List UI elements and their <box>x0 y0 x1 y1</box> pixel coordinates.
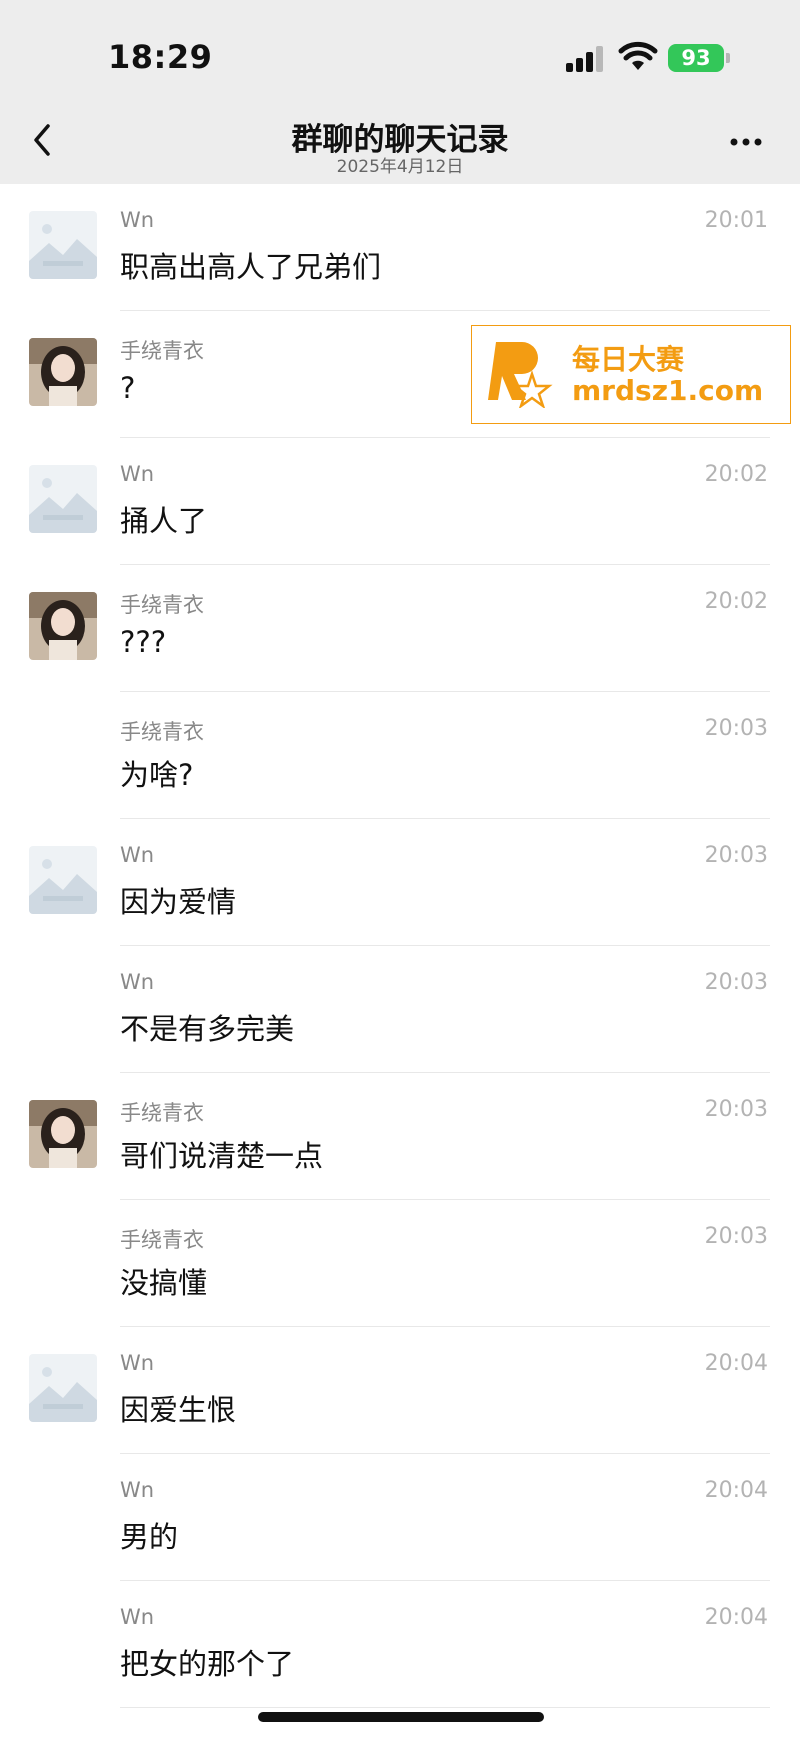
watermark-url: mrdsz1.com <box>572 374 764 407</box>
message-time: 20:03 <box>704 970 768 995</box>
wifi-icon <box>618 41 658 70</box>
battery-icon: 93 <box>668 44 724 72</box>
page-subtitle: 2025年4月12日 <box>336 157 464 177</box>
sender-name: Wn <box>120 208 155 232</box>
message-row[interactable]: Wn 20:04 男的 <box>0 1454 800 1581</box>
message-time: 20:03 <box>704 843 768 868</box>
message-row[interactable]: 手绕青衣 20:02??? <box>0 565 800 692</box>
site-logo-icon <box>488 342 553 408</box>
sender-name: Wn <box>120 843 155 867</box>
sender-name: Wn <box>120 970 155 994</box>
message-text: 因爱生恨 <box>120 1393 237 1427</box>
message-row[interactable]: Wn 20:04 把女的那个了 <box>0 1581 800 1708</box>
message-row[interactable]: Wn 20:01 职高出高人了兄弟们 <box>0 184 800 311</box>
sender-name: Wn <box>120 462 155 486</box>
nav-bar: 群聊的聊天记录 2025年4月12日 <box>0 100 800 184</box>
watermark-banner: 每日大赛 mrdsz1.com <box>471 325 791 424</box>
sender-name: 手绕青衣 <box>120 1228 204 1252</box>
message-text: 不是有多完美 <box>120 1012 295 1046</box>
placeholder-avatar[interactable] <box>29 465 97 533</box>
message-time: 20:03 <box>704 716 768 741</box>
message-text: 为啥? <box>120 758 194 792</box>
message-time: 20:02 <box>704 589 768 614</box>
sender-name: Wn <box>120 1605 155 1629</box>
signal-icon <box>566 46 606 72</box>
message-row[interactable]: Wn 20:03 不是有多完美 <box>0 946 800 1073</box>
placeholder-avatar[interactable] <box>29 846 97 914</box>
divider <box>120 1707 770 1708</box>
sender-name: Wn <box>120 1478 155 1502</box>
message-time: 20:04 <box>704 1605 768 1630</box>
status-time: 18:29 <box>108 38 213 76</box>
sender-name: 手绕青衣 <box>120 339 204 363</box>
message-row[interactable]: 手绕青衣 20:03 哥们说清楚一点 <box>0 1073 800 1200</box>
message-time: 20:04 <box>704 1478 768 1503</box>
girl-avatar[interactable] <box>29 592 97 660</box>
girl-avatar[interactable] <box>29 338 97 406</box>
message-text: 哥们说清楚一点 <box>120 1139 324 1173</box>
message-time: 20:04 <box>704 1351 768 1376</box>
message-text: 职高出高人了兄弟们 <box>120 250 382 284</box>
message-text: 捅人了 <box>120 504 208 538</box>
battery-tip <box>726 53 730 63</box>
message-time: 20:01 <box>704 208 768 233</box>
message-row[interactable]: Wn 20:03 因为爱情 <box>0 819 800 946</box>
message-time: 20:03 <box>704 1224 768 1249</box>
watermark-cn-text: 每日大赛 <box>572 343 685 376</box>
message-row[interactable]: 手绕青衣 20:03 没搞懂 <box>0 1200 800 1327</box>
sender-name: 手绕青衣 <box>120 720 204 744</box>
message-text: 因为爱情 <box>120 885 237 919</box>
status-bar: 18:29 93 <box>0 0 800 100</box>
more-options-icon[interactable] <box>728 130 764 154</box>
message-row[interactable]: Wn 20:02 捅人了 <box>0 438 800 565</box>
sender-name: 手绕青衣 <box>120 1101 204 1125</box>
placeholder-avatar[interactable] <box>29 211 97 279</box>
message-time: 20:02 <box>704 462 768 487</box>
message-text: ? <box>120 371 136 405</box>
home-indicator[interactable] <box>258 1712 544 1722</box>
sender-name: 手绕青衣 <box>120 593 204 617</box>
message-text: ??? <box>120 625 167 659</box>
message-row[interactable]: 手绕青衣 20:03 为啥? <box>0 692 800 819</box>
message-text: 把女的那个了 <box>120 1647 295 1681</box>
message-text: 男的 <box>120 1520 179 1554</box>
message-time: 20:03 <box>704 1097 768 1122</box>
placeholder-avatar[interactable] <box>29 1354 97 1422</box>
sender-name: Wn <box>120 1351 155 1375</box>
girl-avatar[interactable] <box>29 1100 97 1168</box>
message-row[interactable]: Wn 20:04 因爱生恨 <box>0 1327 800 1454</box>
message-text: 没搞懂 <box>120 1266 208 1300</box>
